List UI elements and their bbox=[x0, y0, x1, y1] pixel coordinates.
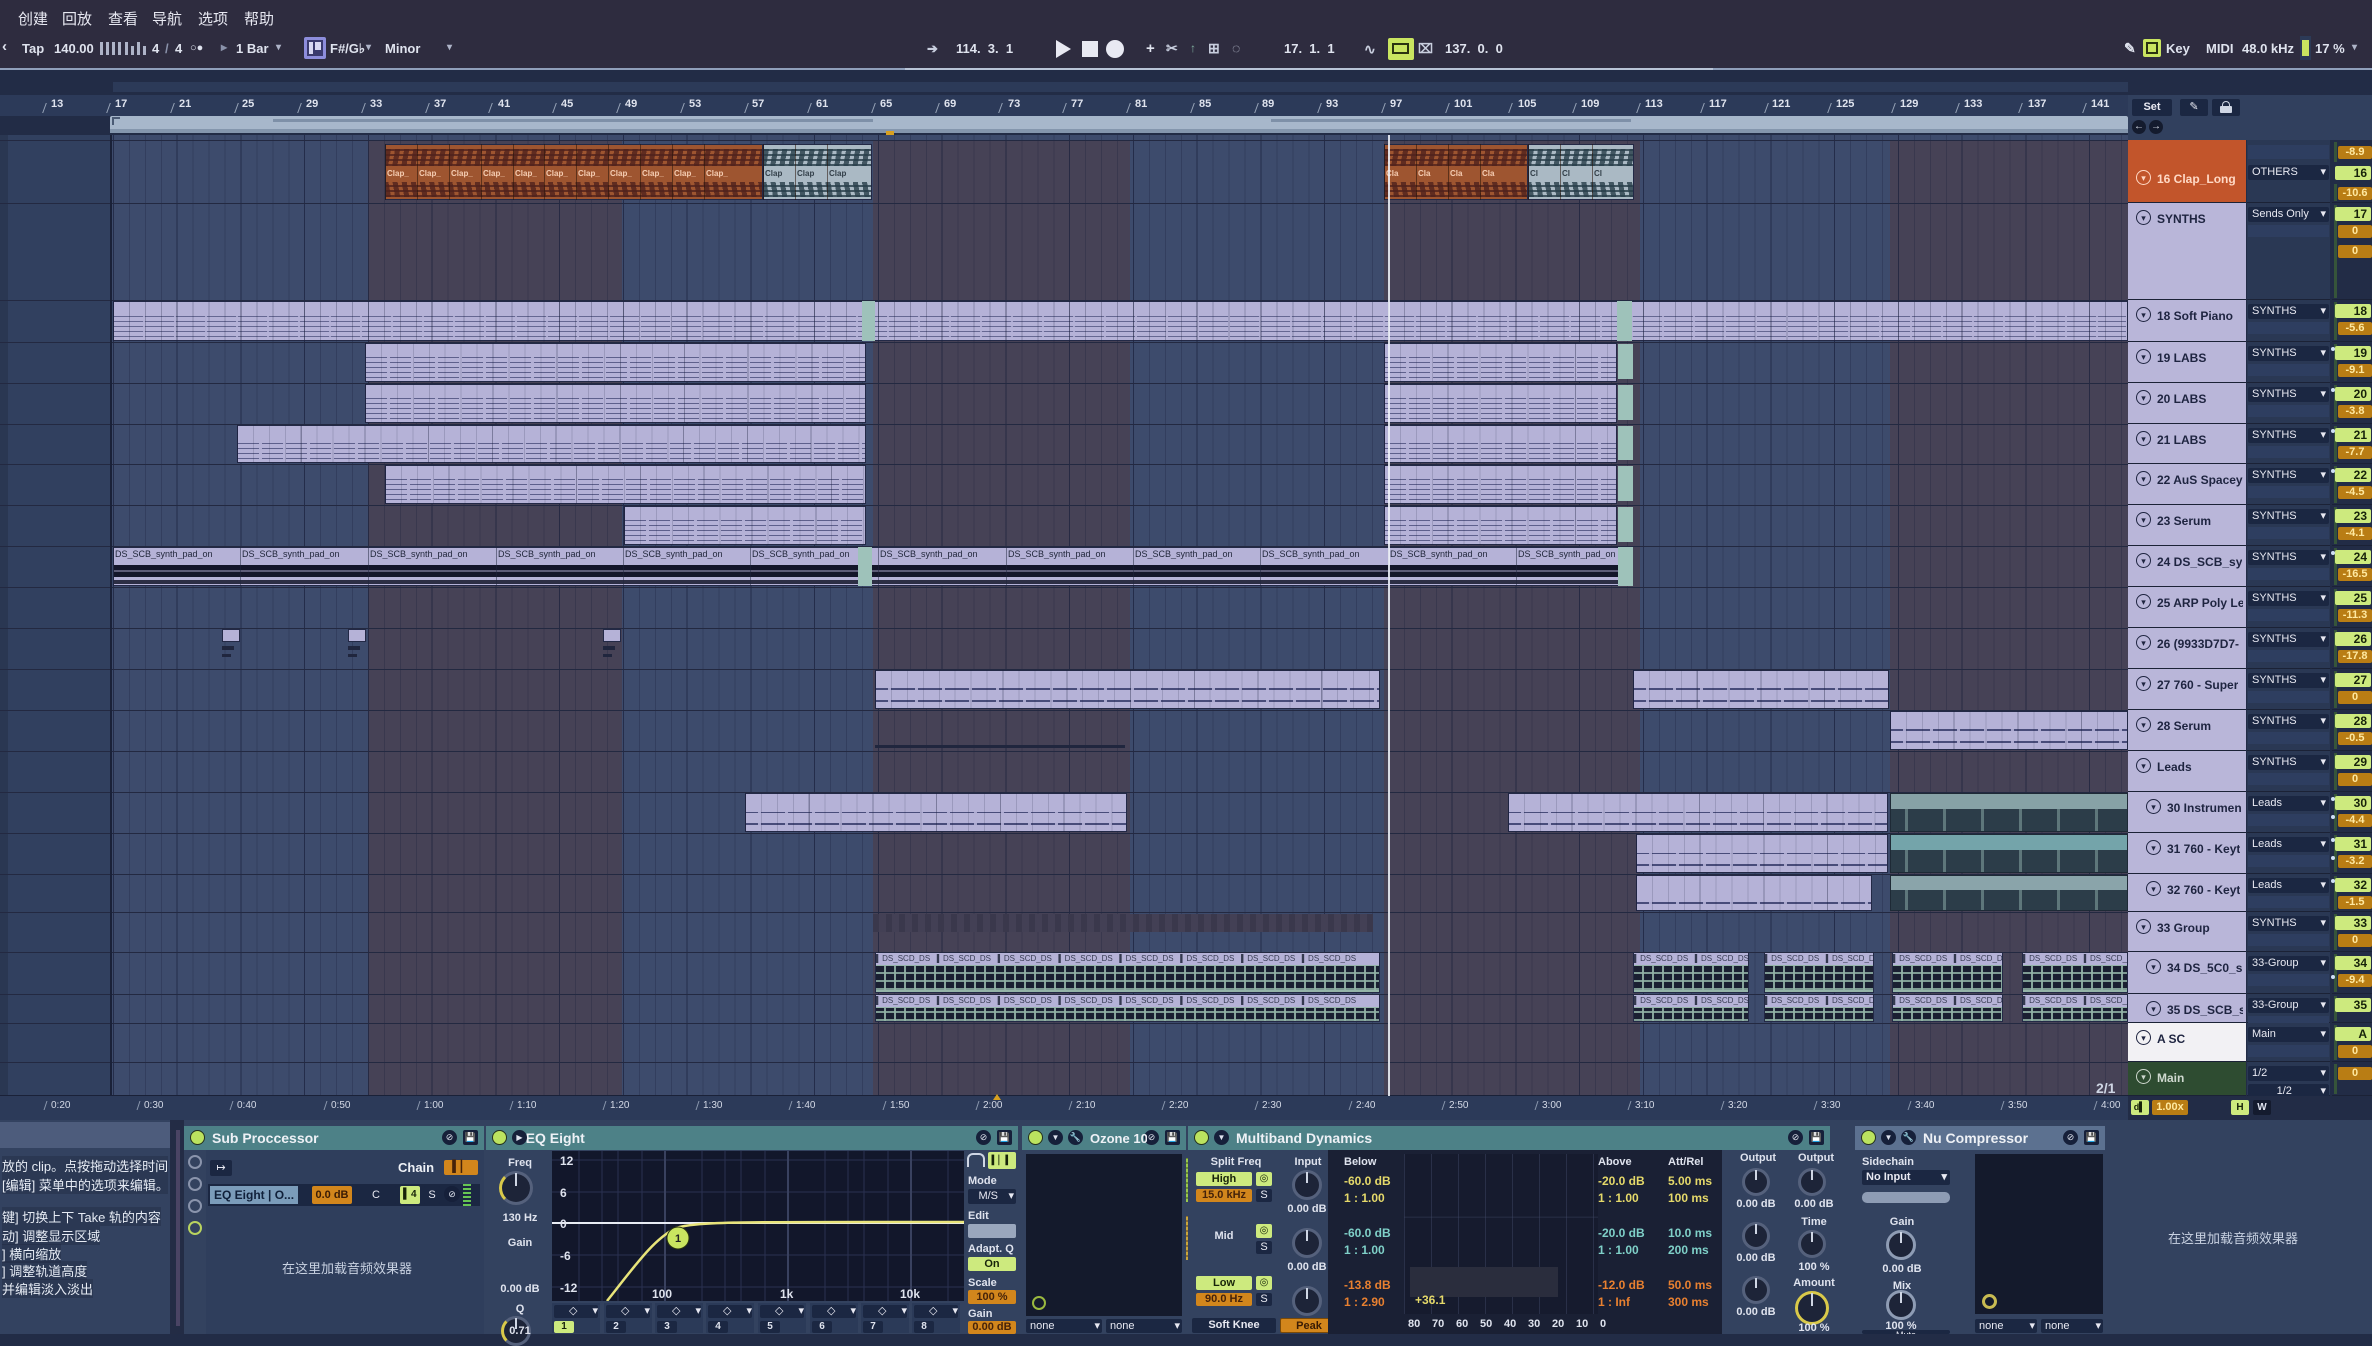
svg-text:1: 1 bbox=[675, 1233, 681, 1245]
svg-text:100: 100 bbox=[652, 1287, 672, 1301]
svg-text:0: 0 bbox=[560, 1217, 567, 1231]
svg-text:6: 6 bbox=[560, 1186, 567, 1200]
svg-text:10k: 10k bbox=[900, 1287, 920, 1301]
svg-text:-6: -6 bbox=[560, 1249, 571, 1263]
svg-text:1k: 1k bbox=[780, 1287, 794, 1301]
svg-text:-12: -12 bbox=[560, 1281, 578, 1295]
svg-text:12: 12 bbox=[560, 1154, 574, 1168]
